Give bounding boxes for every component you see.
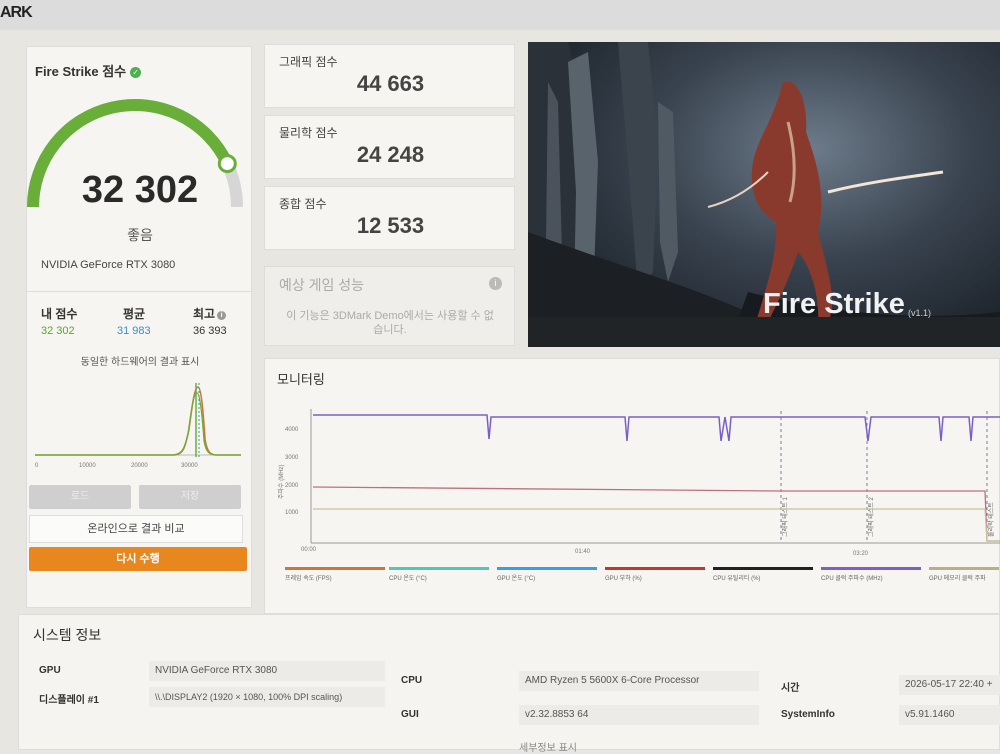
title-bar: ARK: [0, 0, 1000, 30]
y-tick: 2000: [285, 483, 299, 489]
histogram-title: 동일한 하드웨어의 결과 표시: [80, 357, 200, 368]
physics-score-label: 물리학 점수: [279, 126, 338, 140]
average-label: 평균: [123, 307, 146, 321]
display-key: 디스플레이 #1: [39, 695, 99, 706]
average-value: 31 983: [117, 325, 151, 337]
game-performance-title: 예상 게임 성능: [279, 277, 365, 293]
legend-label: GPU 메모리 클럭 주파: [929, 576, 986, 582]
legend-item: GPU 부하 (%): [605, 567, 705, 582]
cpu-clock-line: [313, 414, 1000, 442]
gpu-memory-clock-line: [313, 508, 1000, 542]
legend-label: CPU 클럭 주파수 (MHz): [821, 576, 883, 582]
y-axis-label: 주파수 (MHz): [277, 464, 285, 499]
y-tick: 3000: [285, 455, 299, 461]
legend-item: CPU 유틸리티 (%): [713, 567, 813, 582]
physics-score-value: 24 248: [356, 142, 425, 167]
legend-label: GPU 부하 (%): [605, 576, 642, 582]
info-icon[interactable]: i: [489, 277, 502, 290]
legend-swatch: [389, 567, 489, 570]
legend-swatch: [821, 567, 921, 570]
legend-item: CPU 클럭 주파수 (MHz): [821, 567, 921, 582]
combined-score-panel: 종합 점수 12 533: [264, 186, 515, 250]
legend-swatch: [713, 567, 813, 570]
info-icon[interactable]: i: [217, 311, 227, 320]
combined-score-value: 12 533: [356, 213, 425, 238]
check-icon: ✓: [130, 67, 142, 78]
x-tick: 03:20: [853, 551, 869, 557]
best-label-text: 최고: [193, 307, 216, 321]
y-tick: 4000: [285, 427, 299, 433]
legend-item: GPU 온도 (°C): [497, 567, 597, 582]
legend-swatch: [285, 567, 385, 570]
legend-label: GPU 온도 (°C): [497, 576, 536, 582]
app-logo: ARK: [0, 4, 33, 21]
hist-tick: 30000: [181, 463, 198, 469]
hist-tick: 10000: [79, 463, 96, 469]
graphics-score-panel: 그래픽 점수 44 663: [264, 44, 515, 108]
best-label: 최고 i: [193, 305, 227, 322]
legend-item: GPU 메모리 클럭 주파: [929, 567, 999, 582]
show-details-link[interactable]: 세부정보 표시: [519, 739, 577, 754]
x-tick: 01:40: [575, 549, 591, 555]
score-title: Fire Strike 점수 ✓: [35, 61, 142, 80]
legend-swatch: [497, 567, 597, 570]
hero-title: Fire Strike: [763, 288, 905, 320]
divider: [27, 291, 253, 292]
gpu-key: GPU: [39, 665, 61, 676]
rerun-button[interactable]: 다시 수행: [29, 547, 247, 571]
gpu-name: NVIDIA GeForce RTX 3080: [41, 259, 176, 271]
time-value: 2026-05-17 22:40 +: [899, 675, 1000, 695]
hist-tick: 20000: [131, 463, 148, 469]
systeminfo-key: SystemInfo: [781, 709, 835, 720]
score-histogram: 0 10000 20000 30000: [35, 383, 241, 469]
legend-item: 프레임 속도 (FPS): [285, 567, 385, 582]
monitoring-panel: 모니터링 4000 3000 2000 1000 주파수 (MHz) 00:00…: [264, 358, 1000, 614]
cpu-value: AMD Ryzen 5 5600X 6-Core Processor: [519, 671, 759, 691]
y-tick: 1000: [285, 510, 299, 516]
my-score-value: 32 302: [41, 325, 75, 337]
gui-key: GUI: [401, 709, 419, 720]
load-button[interactable]: 로드: [29, 485, 131, 509]
legend-label: 프레임 속도 (FPS): [285, 576, 332, 582]
legend-swatch: [929, 567, 999, 570]
gpu-load-line: [312, 486, 1000, 542]
legend-item: CPU 온도 (°C): [389, 567, 489, 582]
my-score-label: 내 점수: [41, 307, 78, 321]
cpu-key: CPU: [401, 675, 423, 686]
fire-strike-hero-image: Fire Strike (v1.1): [528, 42, 1000, 347]
graphics-score-value: 44 663: [356, 71, 425, 96]
marker-label: 그래픽 테스트 1: [781, 497, 789, 537]
hero-version: (v1.1): [908, 308, 932, 318]
x-tick: 00:00: [301, 547, 317, 553]
marker-label: 물리학 테스트: [987, 502, 995, 537]
compare-online-button[interactable]: 온라인으로 결과 비교: [29, 515, 243, 543]
game-performance-panel: 예상 게임 성능 i 이 기능은 3DMark Demo에서는 사용할 수 없습…: [264, 266, 515, 346]
systeminfo-value: v5.91.1460: [899, 705, 1000, 725]
gpu-value: NVIDIA GeForce RTX 3080: [149, 661, 385, 681]
time-key: 시간: [781, 683, 800, 694]
legend-label: CPU 온도 (°C): [389, 576, 427, 582]
marker-label: 그래픽 테스트 2: [867, 497, 875, 537]
score-rating: 좋음: [127, 227, 153, 243]
combined-score-label: 종합 점수: [279, 197, 327, 211]
best-value: 36 393: [193, 325, 227, 337]
total-score: 32 302: [81, 169, 199, 211]
display-value: \\.\DISPLAY2 (1920 × 1080, 100% DPI scal…: [149, 687, 385, 707]
game-performance-message: 이 기능은 3DMark Demo에서는 사용할 수 없습니다.: [286, 310, 494, 336]
hist-tick: 0: [35, 463, 39, 469]
system-info-panel: 시스템 정보 GPU NVIDIA GeForce RTX 3080 디스플레이…: [18, 614, 1000, 754]
legend-swatch: [605, 567, 705, 570]
gui-value: v2.32.8853 64: [519, 705, 759, 725]
score-card: Fire Strike 점수 ✓ 32 302 좋음 NVIDIA GeForce…: [26, 46, 253, 608]
score-title-text: Fire Strike 점수: [35, 64, 127, 79]
legend-label: CPU 유틸리티 (%): [713, 576, 761, 582]
graphics-score-label: 그래픽 점수: [279, 55, 338, 69]
physics-score-panel: 물리학 점수 24 248: [264, 115, 515, 179]
system-info-title: 시스템 정보: [33, 627, 102, 643]
save-button[interactable]: 저장: [139, 485, 241, 509]
